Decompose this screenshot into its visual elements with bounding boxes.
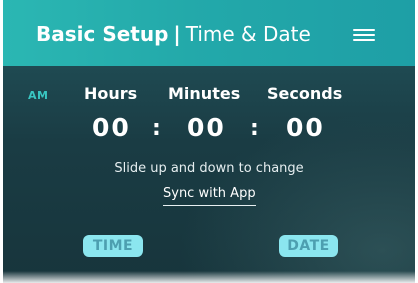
date-tab-button[interactable]: DATE bbox=[279, 235, 338, 257]
page-title-bold: Basic Setup bbox=[36, 22, 169, 46]
slide-hint-text: Slide up and down to change bbox=[114, 161, 304, 176]
hamburger-menu-icon[interactable] bbox=[349, 24, 379, 46]
header-bar: Basic Setup | Time & Date bbox=[3, 0, 415, 66]
page-title: Basic Setup | Time & Date bbox=[36, 20, 311, 48]
time-tab-button[interactable]: TIME bbox=[83, 235, 143, 257]
minutes-seconds-separator: : bbox=[250, 116, 259, 141]
minutes-label: Minutes bbox=[168, 84, 241, 103]
am-pm-toggle[interactable]: AM bbox=[28, 89, 48, 102]
hours-minutes-separator: : bbox=[152, 116, 161, 141]
page-subtitle: Time & Date bbox=[185, 22, 311, 46]
seconds-value[interactable]: 00 bbox=[286, 113, 325, 142]
sync-with-app-link[interactable]: Sync with App bbox=[163, 186, 256, 206]
hours-label: Hours bbox=[84, 84, 138, 103]
minutes-value[interactable]: 00 bbox=[187, 113, 226, 142]
seconds-label: Seconds bbox=[267, 84, 343, 103]
time-date-screen: Basic Setup | Time & Date AM Hours Minutes… bbox=[3, 0, 415, 283]
hours-value[interactable]: 00 bbox=[92, 113, 131, 142]
title-separator: | bbox=[173, 22, 181, 46]
